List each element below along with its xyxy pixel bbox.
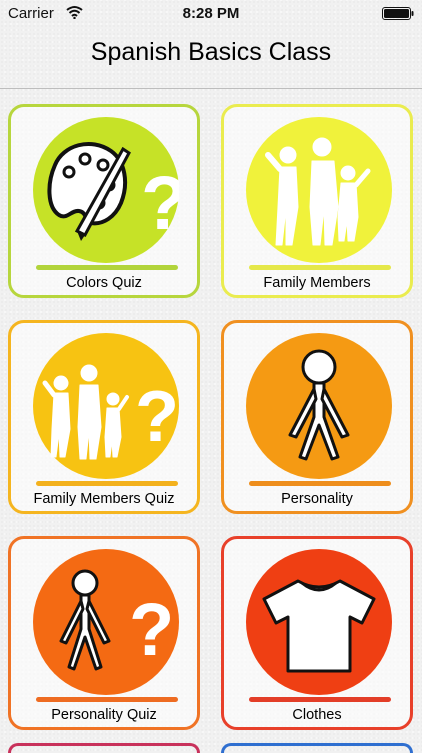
svg-text:?: ? (129, 588, 174, 671)
tile-label: Clothes (292, 707, 342, 723)
tile-accent-bar (36, 265, 178, 270)
tile-icon-circle: ? (33, 117, 179, 263)
tile-partial-next-right[interactable] (221, 743, 413, 753)
tile-family-members-quiz[interactable]: ? Family Members Quiz (8, 320, 200, 514)
tile-icon-circle (246, 333, 392, 479)
svg-text:?: ? (135, 377, 179, 457)
header-divider (0, 88, 422, 89)
status-bar: Carrier 8:28 PM (0, 0, 422, 28)
tshirt-icon (262, 579, 376, 673)
family-quiz-icon: ? (42, 364, 179, 460)
svg-text:?: ? (141, 161, 179, 246)
stick-person-quiz-icon: ? (59, 569, 174, 671)
tile-accent-bar (249, 265, 391, 270)
clock-time: 8:28 PM (182, 5, 240, 22)
tile-personality[interactable]: Personality (221, 320, 413, 514)
tile-accent-bar (36, 697, 178, 702)
page-title: Spanish Basics Class (90, 38, 332, 66)
tile-accent-bar (36, 481, 178, 486)
stick-person-icon (288, 349, 350, 461)
tile-colors-quiz[interactable]: ? Colors Quiz (8, 104, 200, 298)
tile-label: Family Members (263, 275, 371, 291)
tile-icon-circle: ? (33, 549, 179, 695)
tile-icon-circle: ? (33, 333, 179, 479)
family-icon (265, 137, 371, 246)
tile-label: Family Members Quiz (33, 491, 175, 507)
tile-label: Colors Quiz (66, 275, 142, 291)
tile-accent-bar (249, 481, 391, 486)
battery-icon (382, 7, 414, 20)
tile-icon-circle (246, 117, 392, 263)
tile-label: Personality (281, 491, 353, 507)
tile-clothes[interactable]: Clothes (221, 536, 413, 730)
palette-quiz-icon: ? (47, 141, 179, 246)
tile-personality-quiz[interactable]: ? Personality Quiz (8, 536, 200, 730)
tile-icon-circle (246, 549, 392, 695)
tile-partial-next-left[interactable] (8, 743, 200, 753)
tile-label: Personality Quiz (51, 707, 157, 723)
tile-family-members[interactable]: Family Members (221, 104, 413, 298)
tile-accent-bar (249, 697, 391, 702)
